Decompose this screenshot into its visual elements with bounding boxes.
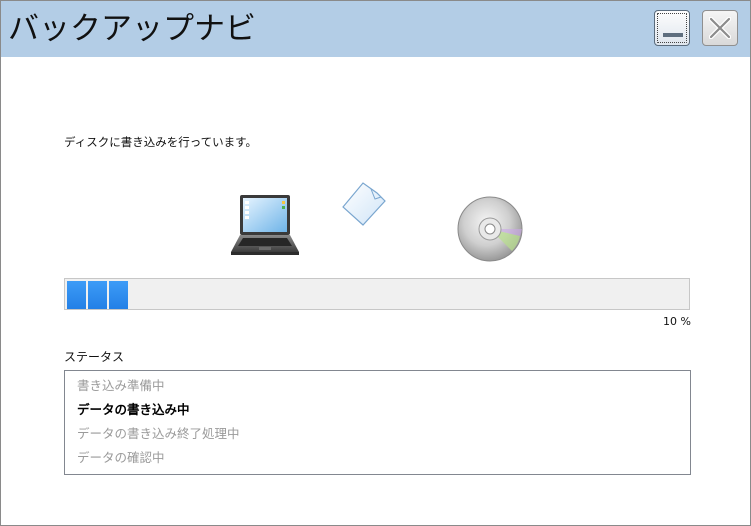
minimize-icon [663,33,683,37]
title-bar: バックアップナビ [1,1,750,57]
status-message: ディスクに書き込みを行っています。 [64,135,257,149]
status-item-verifying: データの確認中 [77,450,165,465]
app-window: バックアップナビ ディスクに書き込みを行っています。 10 % ステータス 書き… [0,0,751,526]
disc-icon [457,196,523,262]
document-icon [342,182,386,226]
status-heading: ステータス [64,350,125,364]
status-list: 書き込み準備中 データの書き込み中 データの書き込み終了処理中 データの確認中 [64,370,691,475]
progress-segment [67,281,86,309]
laptop-icon [231,195,299,255]
status-item-prepare: 書き込み準備中 [77,378,165,393]
status-item-finalizing: データの書き込み終了処理中 [77,426,240,441]
close-button[interactable] [702,10,738,46]
status-item-writing: データの書き込み中 [77,402,190,417]
window-title: バックアップナビ [8,11,256,47]
progress-segment [109,281,128,309]
progress-percent: 10 % [663,315,691,328]
close-icon [709,17,731,39]
progress-segment [88,281,107,309]
progress-bar [64,278,690,310]
minimize-button[interactable] [654,10,690,46]
